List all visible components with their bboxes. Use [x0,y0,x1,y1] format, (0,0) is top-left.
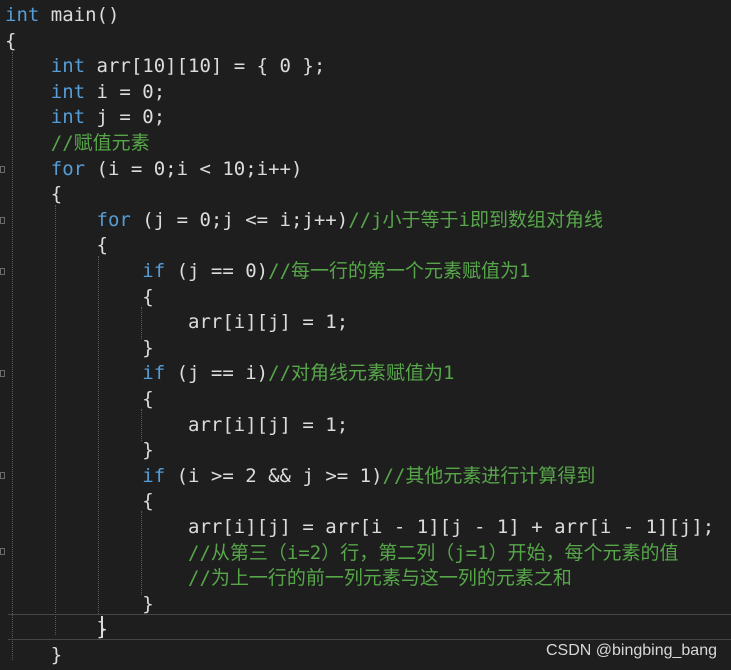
watermark: CSDN @bingbing_bang [545,642,717,659]
code-token: i = 0; [85,80,166,103]
keyword-token: int [5,4,40,26]
comment-token: //对角线元素赋值为1 [268,362,455,385]
code-token: } [5,439,154,462]
code-token: (i = 0;i < 10;i++) [85,157,303,180]
code-line[interactable]: { [5,28,16,54]
code-line[interactable]: if (j == 0)//每一行的第一个元素赋值为1 [5,258,530,284]
code-line[interactable]: { [5,488,154,514]
code-token: arr[i][j] = 1; [5,413,349,436]
code-editor[interactable]: int main(){ int arr[10][10] = { 0 }; int… [0,0,731,670]
code-line[interactable]: //赋值元素 [5,130,150,156]
code-line[interactable]: int j = 0; [5,104,165,130]
current-line-highlight [8,614,731,640]
comment-token: //从第三（i=2）行，第二列（j=1）开始，每个元素的值 [188,541,679,564]
code-line[interactable]: if (j == i)//对角线元素赋值为1 [5,360,454,386]
code-line[interactable]: int main() [5,2,119,28]
keyword-token: int [50,106,86,129]
code-line[interactable]: { [5,181,62,207]
code-token: (j == i) [165,362,269,385]
code-line[interactable]: } [5,437,154,463]
code-line[interactable]: int arr[10][10] = { 0 }; [5,53,326,79]
keyword-token: int [50,80,86,103]
code-token: j = 0; [85,106,166,129]
code-token: { [5,234,108,257]
code-line[interactable]: { [5,232,108,258]
code-line[interactable]: arr[i][j] = 1; [5,309,348,335]
code-token: { [5,183,63,206]
code-token: (j = 0;j <= i;j++) [130,208,349,231]
keyword-token: for [50,157,86,180]
code-token: arr[i][j] = 1; [5,311,349,334]
code-token: (i >= 2 && j >= 1) [165,464,383,487]
code-token: { [5,285,154,308]
code-line[interactable]: //为上一行的前一列元素与这一列的元素之和 [5,565,572,591]
code-line[interactable]: arr[i][j] = arr[i - 1][j - 1] + arr[i - … [5,514,714,540]
comment-token: //赋值元素 [50,132,150,154]
keyword-token: for [96,208,131,231]
code-token: } [5,592,154,615]
code-token: } [5,618,108,641]
comment-token: //每一行的第一个元素赋值为1 [268,260,531,282]
code-line[interactable]: } [5,642,62,668]
code-line[interactable]: for (j = 0;j <= i;j++)//j小于等于i即到数组对角线 [5,207,603,233]
text-caret [101,616,103,638]
code-token: } [5,644,63,666]
code-line[interactable]: } [5,335,154,361]
comment-token: //j小于等于i即到数组对角线 [348,208,603,231]
code-token: { [5,388,154,410]
code-token: arr[i][j] = arr[i - 1][j - 1] + arr[i - … [5,516,715,538]
code-token: (j == 0) [165,260,269,282]
keyword-token: if [142,362,166,385]
code-line[interactable]: } [5,616,108,642]
code-token: } [5,336,154,359]
code-line[interactable]: { [5,284,154,310]
code-token: main() [39,4,120,26]
comment-token: //其他元素进行计算得到 [382,464,596,487]
code-line[interactable]: int i = 0; [5,79,165,105]
keyword-token: if [142,464,166,487]
code-token: { [5,29,17,52]
code-line[interactable]: arr[i][j] = 1; [5,412,348,438]
code-line[interactable]: for (i = 0;i < 10;i++) [5,156,303,182]
code-line[interactable]: { [5,386,154,412]
code-token: { [5,490,154,513]
keyword-token: int [50,55,86,78]
comment-token: //为上一行的前一列元素与这一列的元素之和 [188,567,572,590]
keyword-token: if [142,260,166,282]
code-line[interactable]: //从第三（i=2）行，第二列（j=1）开始，每个元素的值 [5,540,679,566]
code-token: arr[10][10] = { 0 }; [85,55,326,78]
code-line[interactable]: } [5,591,154,617]
code-line[interactable]: if (i >= 2 && j >= 1)//其他元素进行计算得到 [5,463,595,489]
